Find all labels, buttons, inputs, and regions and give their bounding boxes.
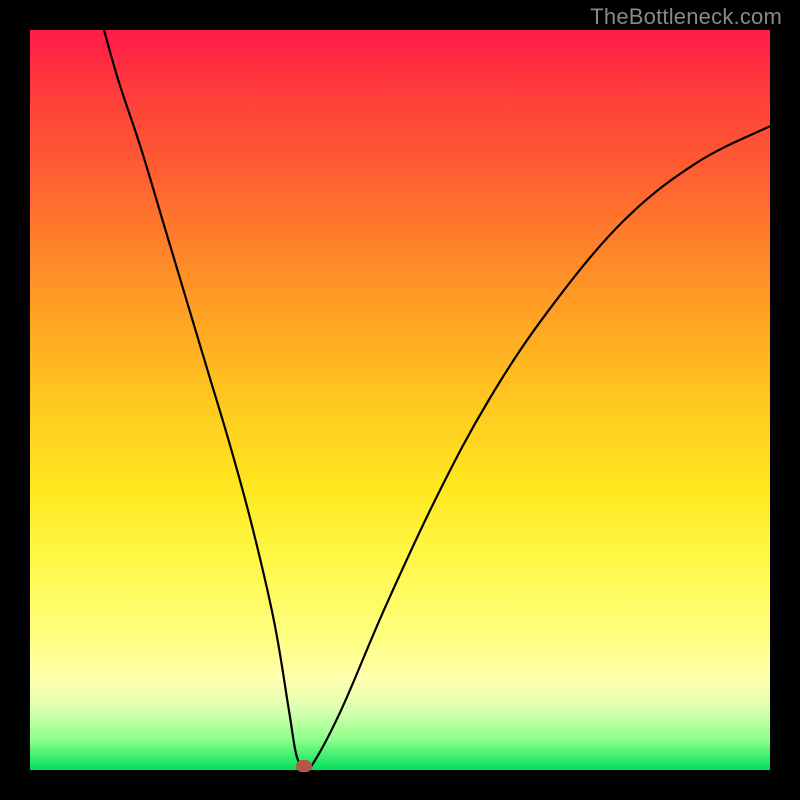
bottleneck-curve-path xyxy=(104,30,770,770)
optimal-point-marker xyxy=(296,760,312,772)
bottleneck-curve-svg xyxy=(30,30,770,770)
plot-area xyxy=(30,30,770,770)
watermark-text: TheBottleneck.com xyxy=(590,4,782,30)
